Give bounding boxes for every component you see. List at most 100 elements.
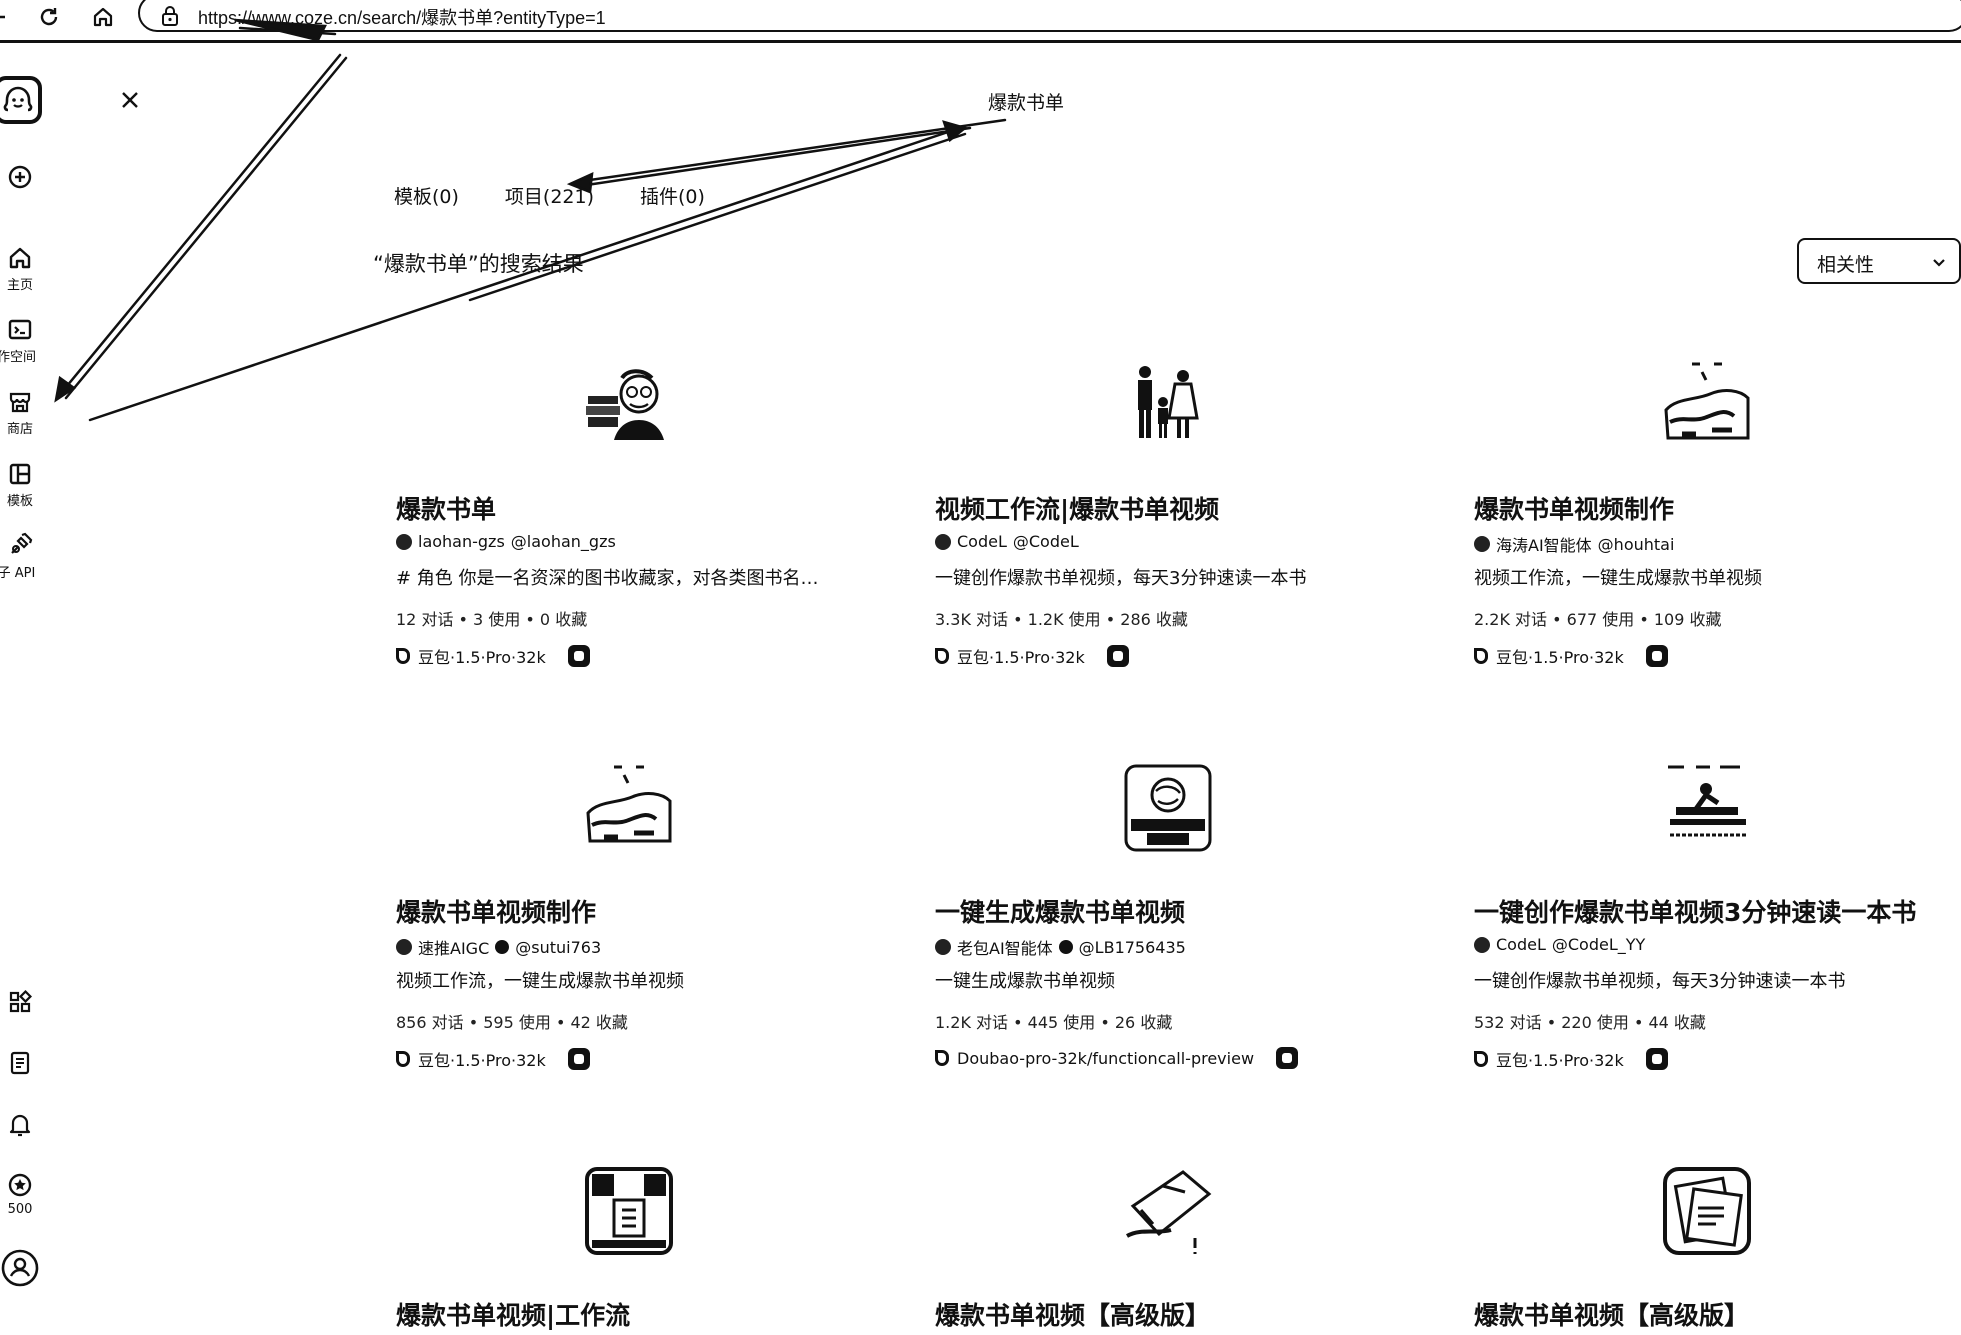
feature-badge-icon xyxy=(1645,645,1668,667)
card-title: 一键生成爆款书单视频 xyxy=(935,898,1186,927)
model-name: 豆包·1.5·Pro·32k xyxy=(418,648,546,667)
author-avatar xyxy=(935,939,951,955)
model-name: Doubao-pro-32k/functioncall-preview xyxy=(957,1048,1255,1068)
create-button[interactable] xyxy=(0,164,40,190)
lock-icon xyxy=(160,5,180,31)
apps-button[interactable] xyxy=(0,990,40,1014)
author-handle: @houhtai xyxy=(1597,534,1675,554)
card-description: 一键生成爆款书单视频 xyxy=(935,971,1115,992)
feature-badge-icon xyxy=(567,1048,590,1070)
user-avatar[interactable] xyxy=(0,1248,40,1288)
card-stats: 3.3K 对话 • 1.2K 使用 • 286 收藏 xyxy=(935,610,1188,629)
card-title: 爆款书单视频|工作流 xyxy=(396,1301,631,1330)
store-icon xyxy=(9,392,31,413)
card-description: # 角色 你是一名资深的图书收藏家，对各类图书名… xyxy=(396,568,819,589)
model-name: 豆包·1.5·Pro·32k xyxy=(957,648,1085,667)
author-avatar xyxy=(1474,936,1490,953)
feature-badge-icon xyxy=(1645,1048,1668,1070)
home-icon xyxy=(9,247,31,269)
card-description: 视频工作流，一键生成爆款书单视频 xyxy=(396,971,684,992)
result-type-tabs: 模板(0) 项目(221) 插件(0) xyxy=(394,182,751,209)
points-button[interactable]: 500 xyxy=(0,1172,40,1217)
sidebar-item-store[interactable]: 商店 xyxy=(0,390,40,437)
model-name: 豆包·1.5·Pro·32k xyxy=(1496,648,1624,667)
author-avatar xyxy=(396,939,412,955)
apps-grid-icon xyxy=(9,990,32,1013)
card-thumbnail xyxy=(1662,1166,1752,1256)
close-search-button[interactable] xyxy=(116,86,144,114)
model-name: 豆包·1.5·Pro·32k xyxy=(1496,1051,1624,1070)
card-description: 一键创作爆款书单视频，每天3分钟速读一本书 xyxy=(1474,971,1846,992)
terminal-folder-icon xyxy=(8,319,32,340)
card-model: 豆包·1.5·Pro·32k xyxy=(1474,644,1668,668)
card-thumbnail xyxy=(1662,360,1752,450)
search-query-text[interactable]: 爆款书单 xyxy=(988,88,1064,115)
home-browser-icon[interactable] xyxy=(88,2,118,32)
card-thumbnail xyxy=(584,1166,674,1256)
author-name: 速推AIGC xyxy=(418,939,490,958)
author-name: CodeL xyxy=(957,532,1007,551)
card-model: 豆包·1.5·Pro·32k xyxy=(935,644,1129,668)
card-stats: 2.2K 对话 • 677 使用 • 109 收藏 xyxy=(1474,610,1722,629)
feature-badge-icon xyxy=(1106,645,1129,667)
tab-templates[interactable]: 模板(0) xyxy=(394,182,459,209)
card-title: 爆款书单 xyxy=(396,495,497,524)
sidebar-item-home[interactable]: 主页 xyxy=(0,246,40,293)
back-icon[interactable] xyxy=(0,2,16,32)
card-thumbnail xyxy=(1662,763,1752,853)
close-icon xyxy=(122,92,138,108)
docs-button[interactable] xyxy=(0,1050,40,1076)
model-icon xyxy=(935,1050,949,1066)
card-stats: 532 对话 • 220 使用 • 44 收藏 xyxy=(1474,1013,1706,1032)
notifications-button[interactable] xyxy=(0,1112,40,1138)
tab-plugins[interactable]: 插件(0) xyxy=(640,182,705,209)
plus-circle-icon xyxy=(8,165,32,189)
model-icon xyxy=(1474,648,1488,664)
author-handle: @CodeL xyxy=(1012,532,1079,551)
sidebar-item-templates[interactable]: 模板 xyxy=(0,462,40,509)
card-description: 视频工作流，一键生成爆款书单视频 xyxy=(1474,568,1762,589)
sidebar-item-workspace[interactable]: 工作空间 xyxy=(0,318,40,365)
card-title: 爆款书单视频制作 xyxy=(1474,495,1675,524)
author-avatar xyxy=(396,533,412,550)
author-avatar xyxy=(935,533,951,550)
template-icon xyxy=(9,463,31,485)
sidebar-item-label: 商店 xyxy=(6,422,33,437)
sort-dropdown[interactable]: 相关性 xyxy=(1797,238,1961,284)
card-stats: 1.2K 对话 • 445 使用 • 26 收藏 xyxy=(935,1013,1173,1032)
card-stats: 12 对话 • 3 使用 • 0 收藏 xyxy=(396,610,588,629)
author-name: 老包AI智能体 xyxy=(957,939,1053,958)
card-title: 爆款书单视频【高级版】 xyxy=(935,1301,1211,1330)
card-author: laohan-gzs @laohan_gzs xyxy=(396,532,616,551)
card-thumbnail xyxy=(584,360,674,450)
sidebar-item-label: 扣子 API xyxy=(0,566,36,581)
card-title: 视频工作流|爆款书单视频 xyxy=(935,495,1220,524)
reload-icon[interactable] xyxy=(34,2,64,32)
author-handle: @LB1756435 xyxy=(1078,937,1186,957)
document-icon xyxy=(10,1051,30,1075)
card-model: 豆包·1.5·Pro·32k xyxy=(1474,1047,1668,1071)
tab-projects[interactable]: 项目(221) xyxy=(505,182,594,209)
verified-icon xyxy=(495,940,510,954)
feature-badge-icon xyxy=(567,645,590,667)
card-thumbnail xyxy=(584,763,674,853)
results-heading: “爆款书单”的搜索结果 xyxy=(373,252,584,276)
model-icon xyxy=(935,648,949,664)
chevron-down-icon xyxy=(1933,259,1945,267)
url-text[interactable]: https://www.coze.cn/search/爆款书单?entityTy… xyxy=(198,4,606,30)
api-link-icon xyxy=(11,532,33,554)
sort-dropdown-value: 相关性 xyxy=(1817,254,1875,276)
model-icon xyxy=(1474,1051,1488,1067)
arrow-to-store xyxy=(54,375,77,403)
coze-logo[interactable] xyxy=(0,76,42,124)
card-thumbnail xyxy=(1123,1166,1213,1256)
sidebar-item-api[interactable]: 扣子 API xyxy=(0,532,40,581)
points-count: 500 xyxy=(7,1202,33,1217)
card-title: 爆款书单视频制作 xyxy=(396,898,597,927)
card-author: 速推AIGC @sutui763 xyxy=(396,935,601,959)
card-thumbnail xyxy=(1123,763,1213,853)
card-title: 爆款书单视频【高级版】 xyxy=(1474,1301,1750,1330)
card-model: Doubao-pro-32k/functioncall-preview xyxy=(935,1047,1299,1069)
sidebar-item-label: 工作空间 xyxy=(0,350,36,365)
card-author: 海涛AI智能体 @houhtai xyxy=(1474,532,1674,556)
